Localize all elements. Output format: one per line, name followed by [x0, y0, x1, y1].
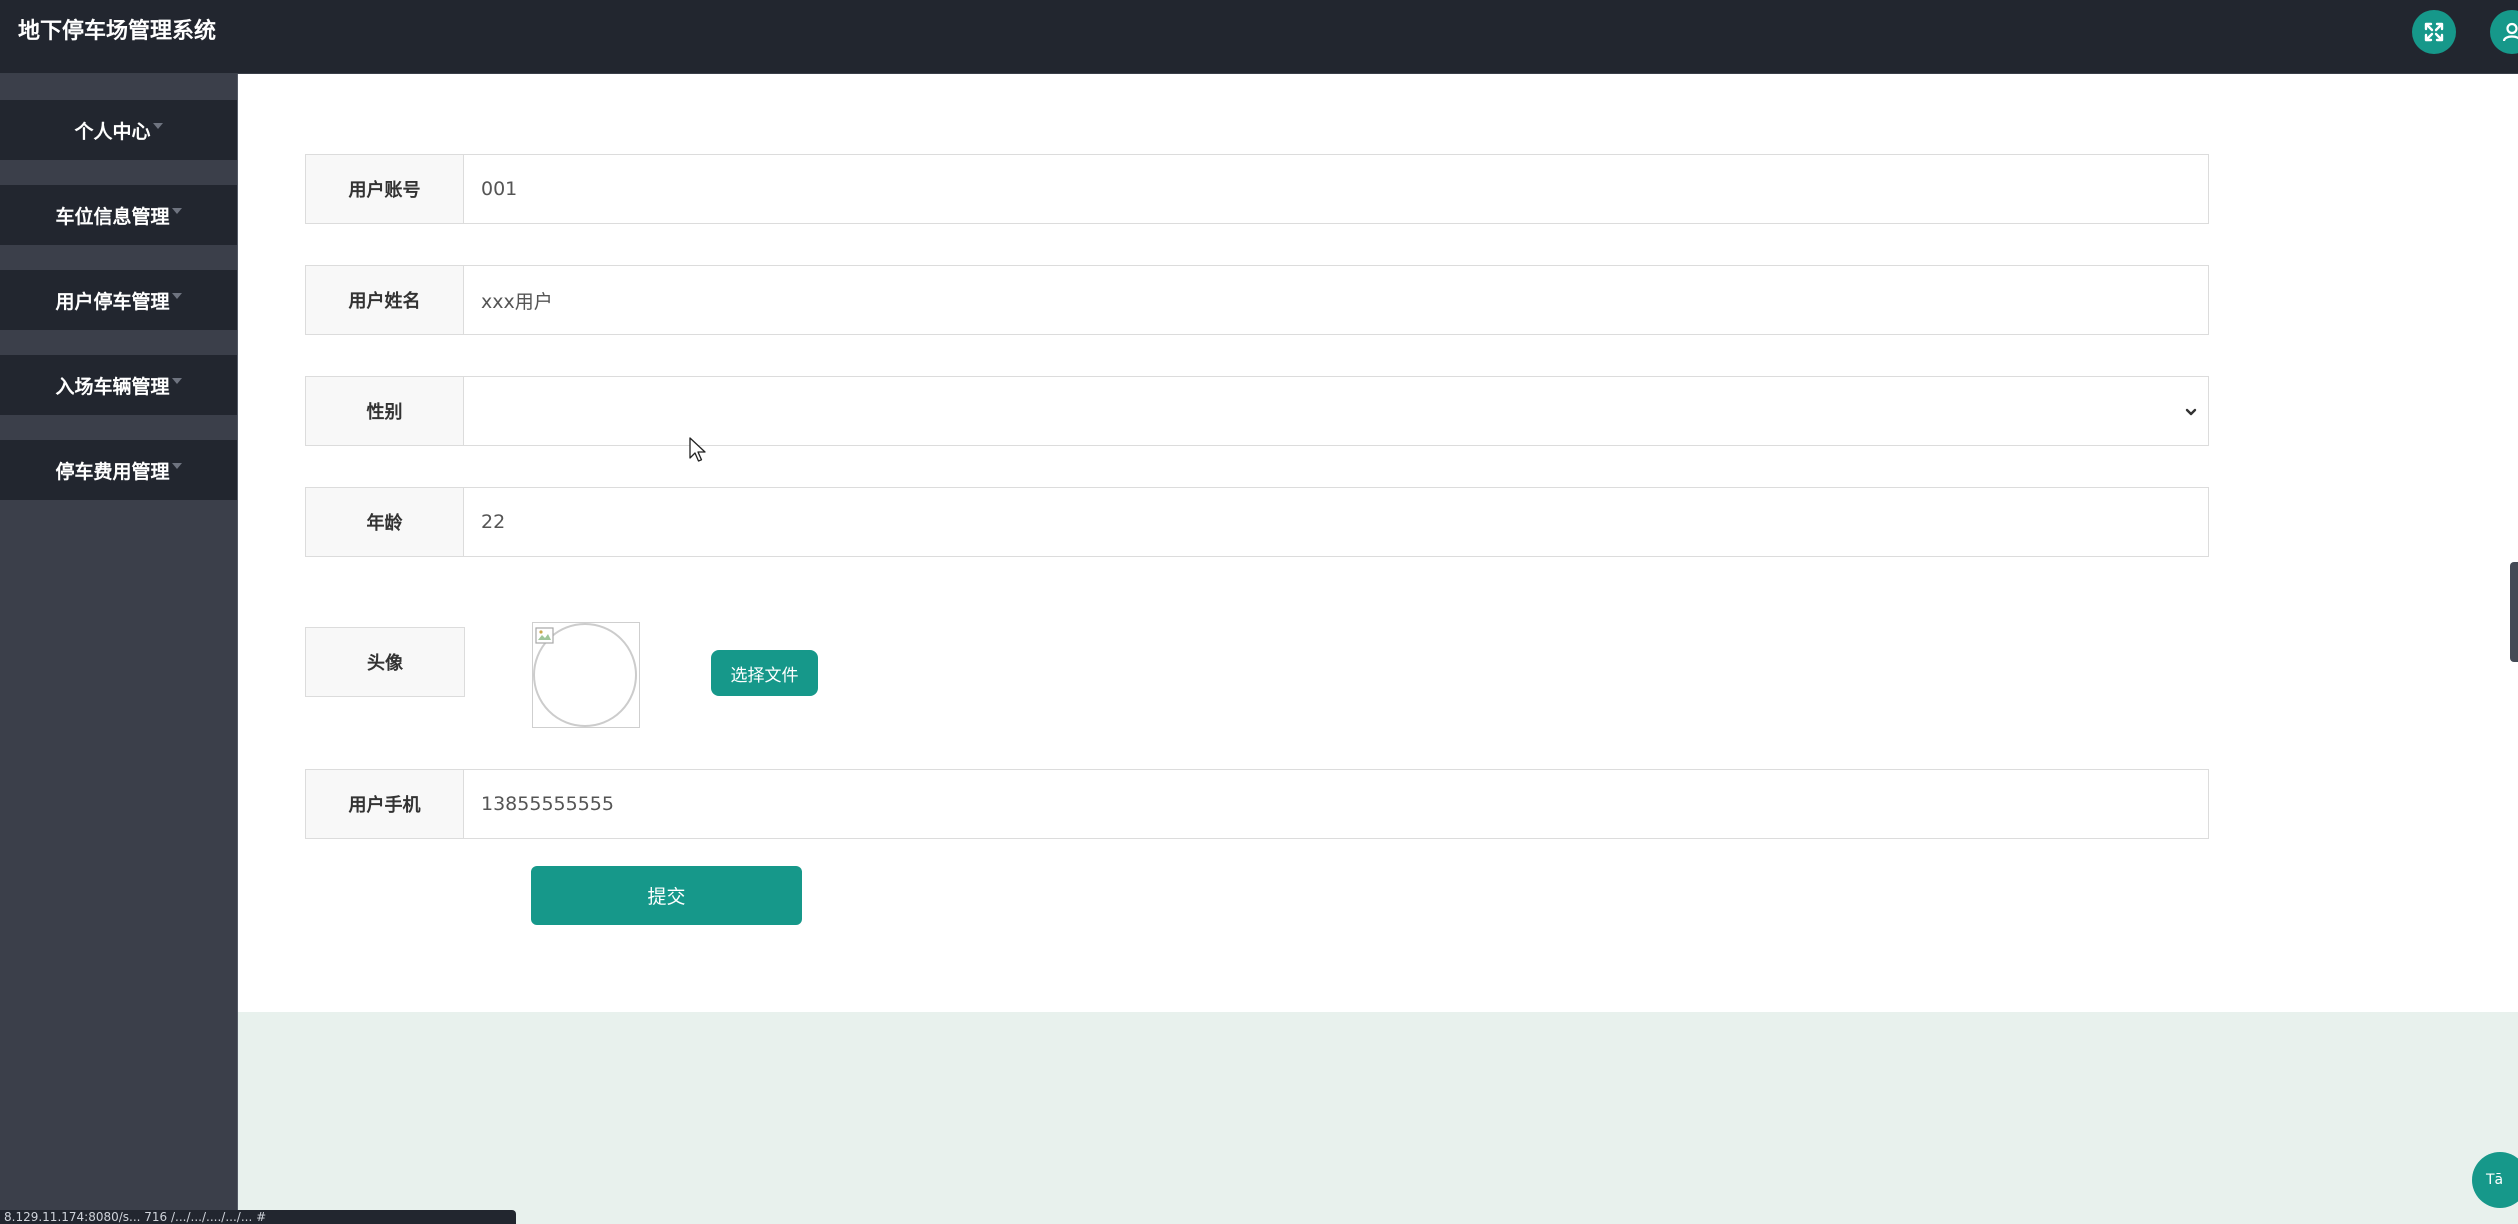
fullscreen-button[interactable]: [2412, 10, 2456, 54]
translate-widget-button[interactable]: Tā: [2472, 1152, 2518, 1208]
caret-down-icon: [171, 463, 182, 469]
form-row-phone: 用户手机: [305, 769, 2209, 839]
sidebar-item-personal-center[interactable]: 个人中心: [0, 100, 237, 160]
account-label: 用户账号: [306, 155, 464, 223]
sidebar: 个人中心 车位信息管理 用户停车管理 入场车辆管理 停车费用管理: [0, 74, 238, 1222]
user-menu-button[interactable]: [2490, 10, 2518, 54]
broken-image-icon: [535, 627, 554, 644]
choose-file-button[interactable]: 选择文件: [711, 650, 818, 696]
phone-input[interactable]: [465, 770, 2208, 838]
chevron-down-icon: [2185, 408, 2197, 416]
age-input[interactable]: [465, 488, 2208, 556]
form-row-account: 用户账号: [305, 154, 2209, 224]
top-bar: 地下停车场管理系统: [0, 0, 2518, 74]
sidebar-item-user-parking[interactable]: 用户停车管理: [0, 270, 237, 330]
name-label: 用户姓名: [306, 266, 464, 334]
gender-label: 性别: [306, 377, 464, 445]
sidebar-item-label: 入场车辆管理: [55, 375, 170, 398]
sidebar-item-entry-vehicles[interactable]: 入场车辆管理: [0, 355, 237, 415]
sidebar-item-label: 个人中心: [74, 120, 151, 143]
avatar-label: 头像: [305, 627, 465, 697]
sidebar-item-parking-space[interactable]: 车位信息管理: [0, 185, 237, 245]
form-row-age: 年龄: [305, 487, 2209, 557]
submit-button[interactable]: 提交: [531, 866, 802, 925]
form-row-name: 用户姓名: [305, 265, 2209, 335]
app-title: 地下停车场管理系统: [18, 19, 217, 44]
form-row-gender: 性别: [305, 376, 2209, 446]
account-input[interactable]: [465, 155, 2208, 223]
name-input[interactable]: [465, 266, 2208, 334]
expand-arrows-icon: [2424, 22, 2444, 42]
gender-select[interactable]: [465, 377, 2208, 445]
caret-down-icon: [171, 293, 182, 299]
caret-down-icon: [152, 123, 163, 129]
age-label: 年龄: [306, 488, 464, 556]
scrollbar-thumb[interactable]: [2510, 562, 2518, 662]
user-icon: [2502, 22, 2518, 42]
sidebar-item-label: 用户停车管理: [55, 290, 170, 313]
caret-down-icon: [171, 208, 182, 214]
caret-down-icon: [171, 378, 182, 384]
translate-label: Tā: [2486, 1172, 2504, 1188]
phone-label: 用户手机: [306, 770, 464, 838]
sidebar-item-label: 停车费用管理: [55, 460, 170, 483]
sidebar-item-parking-fees[interactable]: 停车费用管理: [0, 440, 237, 500]
avatar-image: [532, 622, 640, 728]
sidebar-item-label: 车位信息管理: [55, 205, 170, 228]
mouse-cursor-icon: [689, 437, 706, 462]
